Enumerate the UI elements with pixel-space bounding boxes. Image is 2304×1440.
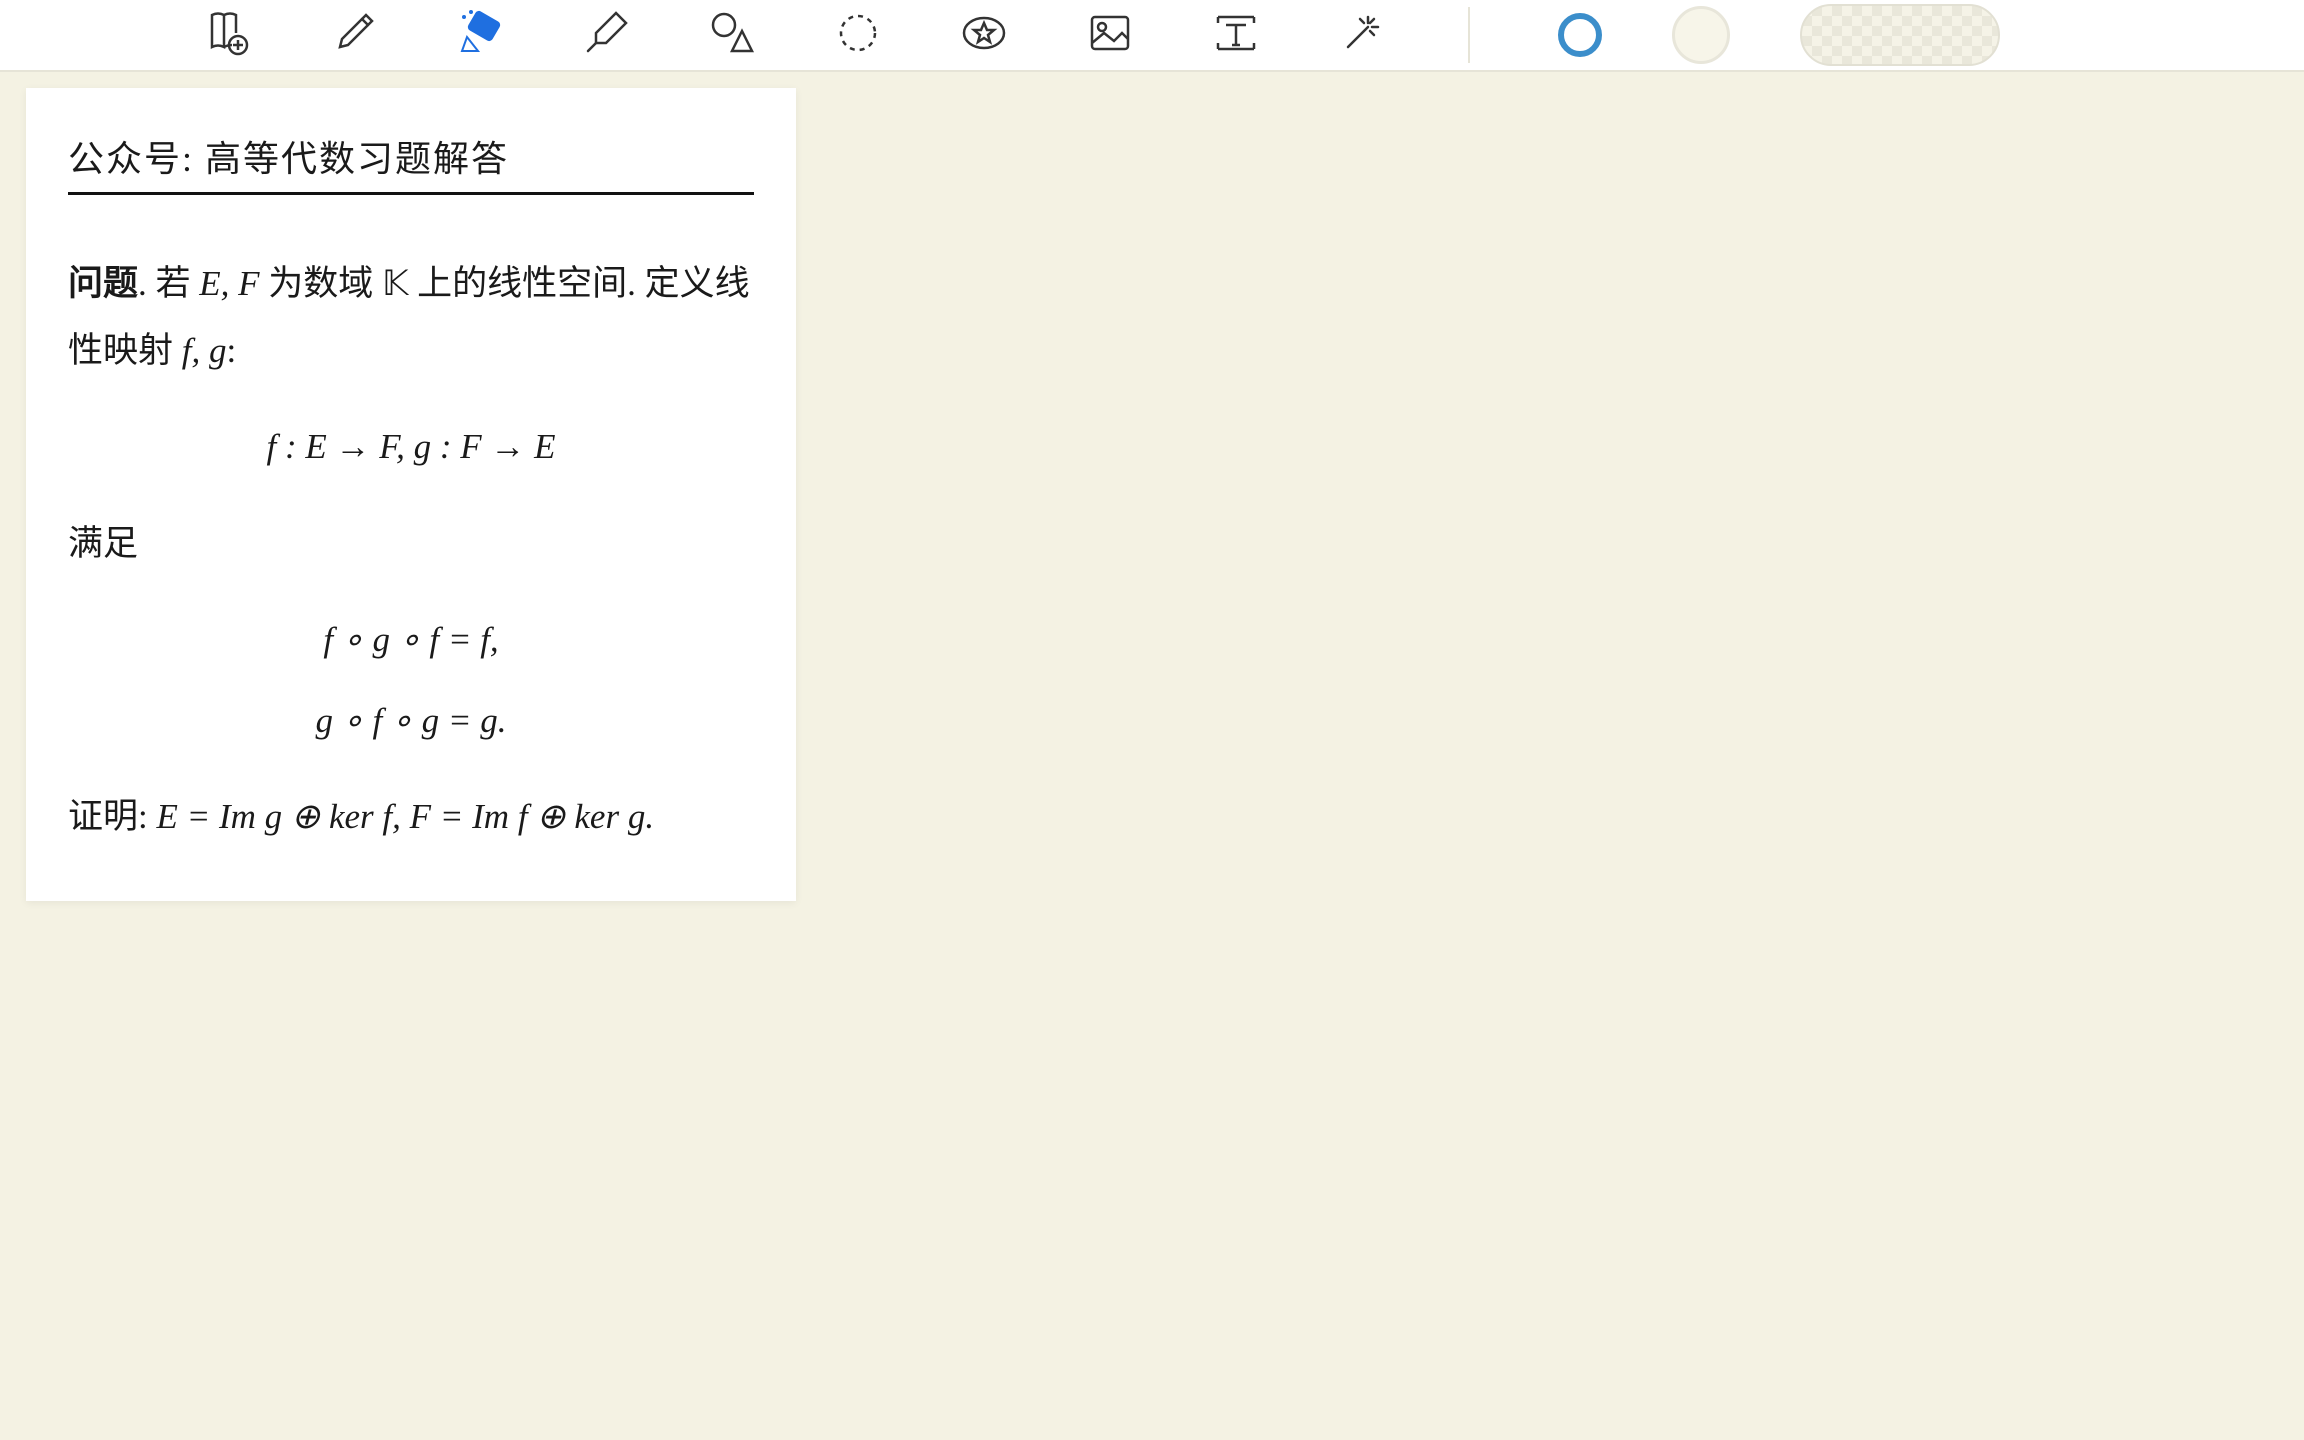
prove-prefix: 证明: <box>68 797 148 836</box>
top-toolbar <box>0 0 2304 72</box>
intro-var-EF: E, F <box>199 264 259 303</box>
intro-text-1: . 若 <box>138 264 199 303</box>
problem-card: 公众号: 高等代数习题解答 问题. 若 E, F 为数域 𝕂 上的线性空间. 定… <box>26 88 796 901</box>
intro-mid: 为数域 <box>260 264 383 303</box>
conditions-display: f ∘ g ∘ f = f, g ∘ f ∘ g = g. <box>68 607 754 754</box>
pen-button[interactable] <box>326 7 382 63</box>
map-display: f : E → F, g : F → E <box>68 414 754 481</box>
color-swatch-active[interactable] <box>1558 13 1602 57</box>
add-page-icon <box>204 9 252 62</box>
problem-prefix: 问题 <box>68 264 138 303</box>
eq2: g ∘ f ∘ g = g. <box>68 688 754 755</box>
satisfies-label: 满足 <box>68 511 754 578</box>
map-display-eq: f : E → F, g : F → E <box>68 414 754 481</box>
pointer-icon <box>1338 9 1386 62</box>
color-swatch-large-checker[interactable] <box>1800 4 2000 66</box>
text-button[interactable] <box>1208 7 1264 63</box>
toolbar-divider <box>1468 7 1470 63</box>
color-swatch-empty[interactable] <box>1672 6 1730 64</box>
highlighter-button[interactable] <box>578 7 634 63</box>
star-icon <box>960 9 1008 62</box>
card-source-label: 公众号: 高等代数习题解答 <box>68 130 754 195</box>
prove-line: 证明: E = Im g ⊕ ker f, F = Im f ⊕ ker g. <box>68 784 754 851</box>
pointer-button[interactable] <box>1334 7 1390 63</box>
eq1: f ∘ g ∘ f = f, <box>68 607 754 674</box>
text-icon <box>1212 9 1260 62</box>
favorites-button[interactable] <box>956 7 1012 63</box>
highlighter-icon <box>582 9 630 62</box>
intro-field: 𝕂 <box>382 264 408 303</box>
eraser-icon <box>456 9 504 62</box>
shapes-button[interactable] <box>704 7 760 63</box>
lasso-icon <box>834 9 882 62</box>
color-swatches <box>1558 4 2000 66</box>
prove-body-F: F = Im f ⊕ ker g. <box>410 797 654 836</box>
shapes-icon <box>708 9 756 62</box>
pen-icon <box>330 9 378 62</box>
intro-colon: : <box>227 331 237 370</box>
lasso-button[interactable] <box>830 7 886 63</box>
add-page-button[interactable] <box>200 7 256 63</box>
image-button[interactable] <box>1082 7 1138 63</box>
intro-maps: f, g <box>182 331 227 370</box>
image-icon <box>1086 9 1134 62</box>
prove-body-E: E = Im g ⊕ ker f, <box>148 797 410 836</box>
eraser-button[interactable] <box>452 7 508 63</box>
problem-body: 问题. 若 E, F 为数域 𝕂 上的线性空间. 定义线性映射 f, g: f … <box>68 251 754 851</box>
